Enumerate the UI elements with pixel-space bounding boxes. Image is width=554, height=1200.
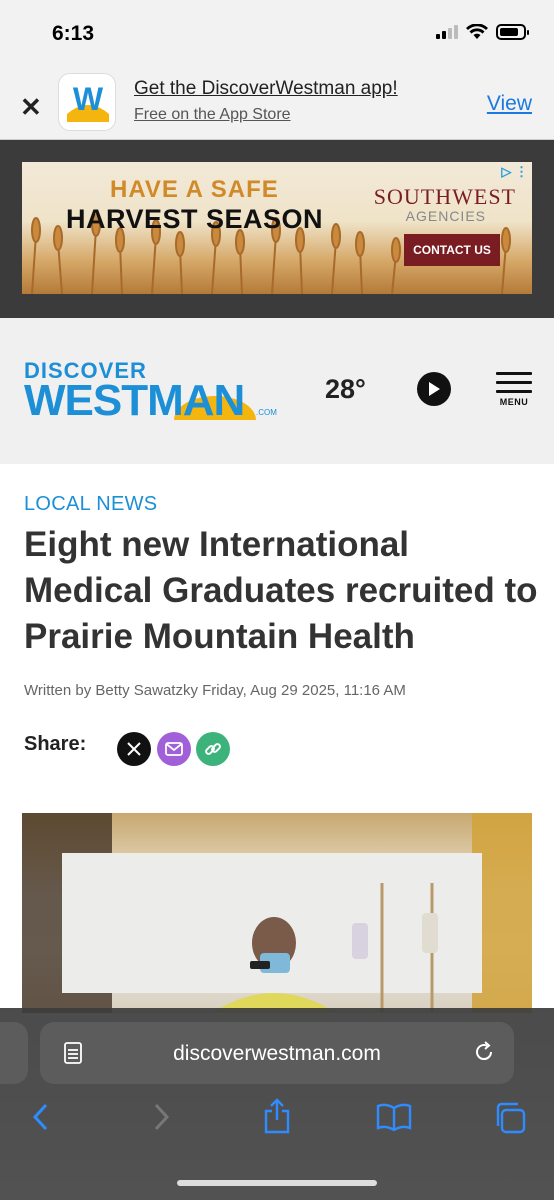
app-view-link[interactable]: View	[487, 92, 532, 116]
temperature[interactable]: 28°	[325, 374, 366, 405]
bookmarks-icon[interactable]	[376, 1102, 412, 1132]
ad-contact-button[interactable]: CONTACT US	[404, 234, 500, 266]
site-logo[interactable]: DISCOVER WESTMAN .COM	[24, 358, 280, 428]
link-icon[interactable]	[196, 732, 230, 766]
url-text[interactable]: discoverwestman.com	[40, 1042, 514, 1066]
status-time: 6:13	[52, 22, 95, 45]
address-bar[interactable]: discoverwestman.com	[40, 1022, 514, 1084]
back-icon[interactable]	[30, 1102, 52, 1132]
logo-com: .COM	[256, 408, 277, 417]
ad-brand-sub: AGENCIES	[405, 208, 486, 224]
app-icon-letter: W	[73, 81, 104, 117]
menu-icon	[496, 372, 532, 375]
ad-choices-icon[interactable]: ▷ ⋮	[501, 164, 528, 180]
share-icon[interactable]	[262, 1098, 292, 1134]
signal-icon	[436, 25, 458, 39]
x-logo-icon[interactable]	[117, 732, 151, 766]
app-banner: ✕ W Get the DiscoverWestman app! Free on…	[0, 64, 554, 140]
app-icon[interactable]: W	[58, 73, 116, 131]
menu-button[interactable]: MENU	[496, 372, 532, 412]
status-icons	[436, 24, 529, 40]
ad-headline-2: HARVEST SEASON	[66, 204, 324, 234]
harvest-ad[interactable]: HAVE A SAFE HARVEST SEASON SOUTHWEST AGE…	[22, 162, 532, 294]
article-hero-image	[22, 813, 532, 1013]
mail-icon[interactable]	[157, 732, 191, 766]
browser-toolbar: discoverwestman.com	[0, 1008, 554, 1200]
article-headline: Eight new International Medical Graduate…	[24, 525, 538, 656]
menu-label: MENU	[499, 397, 529, 407]
article-byline: Written by Betty Sawatzky Friday, Aug 29…	[24, 682, 406, 699]
app-banner-title[interactable]: Get the DiscoverWestman app!	[134, 78, 398, 100]
share-label: Share:	[24, 733, 87, 755]
play-icon[interactable]	[417, 372, 451, 406]
wifi-icon	[466, 24, 488, 39]
tabs-icon[interactable]	[494, 1102, 528, 1134]
status-bar: 6:13	[0, 0, 554, 64]
ad-area: HAVE A SAFE HARVEST SEASON SOUTHWEST AGE…	[0, 140, 554, 318]
ad-brand: SOUTHWEST	[373, 184, 516, 209]
article-category[interactable]: LOCAL NEWS	[24, 493, 157, 516]
close-icon[interactable]: ✕	[20, 92, 42, 123]
reload-icon[interactable]	[472, 1040, 496, 1064]
battery-icon	[496, 24, 529, 40]
site-header: DISCOVER WESTMAN .COM 28° MENU	[0, 318, 554, 464]
forward-icon[interactable]	[150, 1102, 172, 1132]
previous-tab[interactable]	[0, 1022, 28, 1084]
home-indicator	[177, 1180, 377, 1186]
app-banner-subtitle[interactable]: Free on the App Store	[134, 106, 291, 124]
ad-headline-1: HAVE A SAFE	[110, 176, 279, 203]
logo-westman: WESTMAN	[24, 376, 245, 425]
